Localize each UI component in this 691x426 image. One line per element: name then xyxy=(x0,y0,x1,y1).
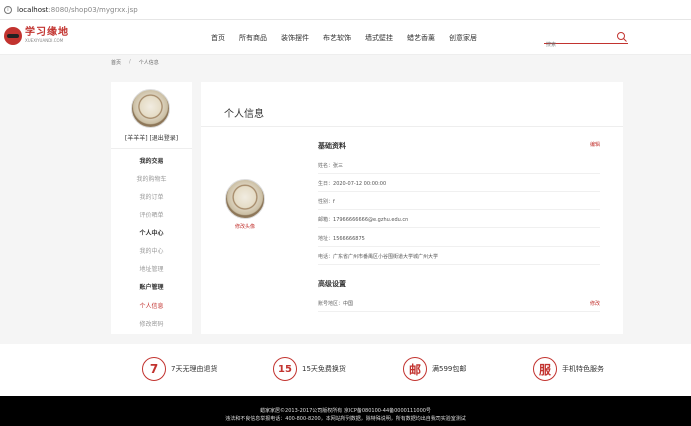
page-title: 个人信息 xyxy=(224,109,264,120)
footer-notice: 违法和不良信息举报电话：400-800-8200，本网站所列数据，除特殊说明，所… xyxy=(225,416,466,422)
sidebar-item-address[interactable]: 地址管理 xyxy=(111,264,192,273)
field-region: 账号地区：中国 xyxy=(318,296,600,312)
feature-service: 服 手机特色服务 xyxy=(533,357,604,381)
field-value: 广东省广州市番禺区小谷围街道大学城广州大学 xyxy=(333,254,439,260)
field-phone: 电话：广东省广州市番禺区小谷围街道大学城广州大学 xyxy=(318,249,600,265)
service-icon: 服 xyxy=(533,357,557,381)
field-label: 邮箱： xyxy=(318,217,334,223)
sidebar-heading-trades: 我的交易 xyxy=(139,158,164,165)
feature-exchange: 15 15天免费换货 xyxy=(273,357,346,381)
search-input[interactable] xyxy=(544,39,614,51)
field-label: 性别： xyxy=(318,199,334,205)
mascot-icon xyxy=(4,27,22,45)
account-sidebar: [羊羊羊] [退出登录] 我的交易 我的购物车 我的订单 评价晒单 个人中心 我… xyxy=(111,82,192,334)
field-label: 生日： xyxy=(318,181,334,187)
field-gender: 性别：f xyxy=(318,194,600,210)
site-logo[interactable]: 学习缘地 XUEXIYUANDI.COM xyxy=(4,27,69,45)
footer-copyright: 蜡家家居©2013-2017公司版权所有 京ICP备080100-44备0000… xyxy=(260,408,431,414)
field-address: 地址：1566666875 xyxy=(318,231,600,247)
modify-link[interactable]: 修改 xyxy=(590,300,600,307)
feature-label: 手机特色服务 xyxy=(562,365,604,373)
sidebar-item-password[interactable]: 修改密码 xyxy=(111,319,192,328)
sidebar-item-orders[interactable]: 我的订单 xyxy=(111,192,192,201)
feature-shipping: 邮 满599包邮 xyxy=(403,357,466,381)
field-label: 地址： xyxy=(318,236,334,242)
nav-item-all-products[interactable]: 所有商品 xyxy=(239,33,267,43)
breadcrumb-home[interactable]: 首页 xyxy=(111,59,121,66)
site-header: 学习缘地 XUEXIYUANDI.COM 首页 所有商品 装饰摆件 布艺软饰 墙… xyxy=(0,20,691,55)
avatar xyxy=(131,89,170,128)
field-label: 电话： xyxy=(318,254,334,260)
nav-item-candle[interactable]: 蜡艺香薰 xyxy=(407,33,435,43)
feature-label: 7天无理由退货 xyxy=(171,365,218,373)
divider xyxy=(111,148,192,149)
breadcrumb-separator: / xyxy=(129,59,131,65)
user-and-logout[interactable]: [羊羊羊] [退出登录] xyxy=(111,133,192,142)
edit-link[interactable]: 编辑 xyxy=(590,141,600,148)
profile-avatar xyxy=(225,179,265,219)
profile-panel: 个人信息 修改头像 基础资料 编辑 姓名：张三 生日：2020-07-12 00… xyxy=(201,82,623,334)
search-icon[interactable] xyxy=(616,31,628,43)
field-value: f xyxy=(333,199,335,205)
basic-info-title: 基础资料 xyxy=(318,142,346,150)
breadcrumb: 首页 / 个人信息 xyxy=(111,59,159,66)
sidebar-item-reviews[interactable]: 评价晒单 xyxy=(111,210,192,219)
address-bar[interactable]: i localhost:8080/shop03/mygrxx.jsp xyxy=(0,0,691,20)
field-name: 姓名：张三 xyxy=(318,158,600,174)
logo-subtext: XUEXIYUANDI.COM xyxy=(25,38,64,43)
url-path: :8080/shop03/mygrxx.jsp xyxy=(48,5,138,14)
field-value: 17966666666@e.gzhu.edu.cn xyxy=(333,217,409,223)
breadcrumb-current: 个人信息 xyxy=(138,60,159,66)
url-host: localhost xyxy=(17,5,49,14)
advanced-settings-title: 高级设置 xyxy=(318,280,346,288)
mail-icon: 邮 xyxy=(403,357,427,381)
change-avatar-link[interactable]: 修改头像 xyxy=(225,223,265,230)
field-value: 2020-07-12 00:00:00 xyxy=(333,181,387,187)
feature-return: 7 7天无理由退货 xyxy=(142,357,217,381)
field-value: 中国 xyxy=(343,301,354,307)
feature-label: 满599包邮 xyxy=(432,365,467,373)
feature-label: 15天免费换货 xyxy=(302,365,346,373)
main-nav: 首页 所有商品 装饰摆件 布艺软饰 墙式壁挂 蜡艺香薰 创意家居 xyxy=(204,20,484,55)
nav-item-wall[interactable]: 墙式壁挂 xyxy=(365,33,393,43)
nav-item-fabric[interactable]: 布艺软饰 xyxy=(323,33,351,43)
sidebar-heading-center: 个人中心 xyxy=(139,230,164,237)
nav-item-home[interactable]: 首页 xyxy=(211,33,225,43)
field-value: 1566666875 xyxy=(333,236,365,242)
field-label: 账号地区： xyxy=(318,301,344,307)
exchange-icon: 15 xyxy=(273,357,297,381)
info-icon[interactable]: i xyxy=(4,5,12,14)
return-icon: 7 xyxy=(142,357,166,381)
field-email: 邮箱：17966666666@e.gzhu.edu.cn xyxy=(318,212,600,228)
field-birthday: 生日：2020-07-12 00:00:00 xyxy=(318,176,600,192)
nav-item-decor[interactable]: 装饰摆件 xyxy=(281,33,309,43)
field-label: 姓名： xyxy=(318,163,334,169)
divider xyxy=(201,126,623,127)
nav-item-creative[interactable]: 创意家居 xyxy=(449,33,477,43)
sidebar-heading-account: 账户管理 xyxy=(139,284,164,291)
sidebar-item-my-center[interactable]: 我的中心 xyxy=(111,246,192,255)
sidebar-item-cart[interactable]: 我的购物车 xyxy=(111,174,192,183)
search-box xyxy=(544,31,628,51)
field-value: 张三 xyxy=(333,163,344,169)
service-features: 7 7天无理由退货 15 15天免费换货 邮 满599包邮 服 手机特色服务 xyxy=(0,344,691,396)
sidebar-item-profile[interactable]: 个人信息 xyxy=(111,301,192,310)
logo-text: 学习缘地 xyxy=(25,27,69,38)
site-footer: 蜡家家居©2013-2017公司版权所有 京ICP备080100-44备0000… xyxy=(0,396,691,426)
